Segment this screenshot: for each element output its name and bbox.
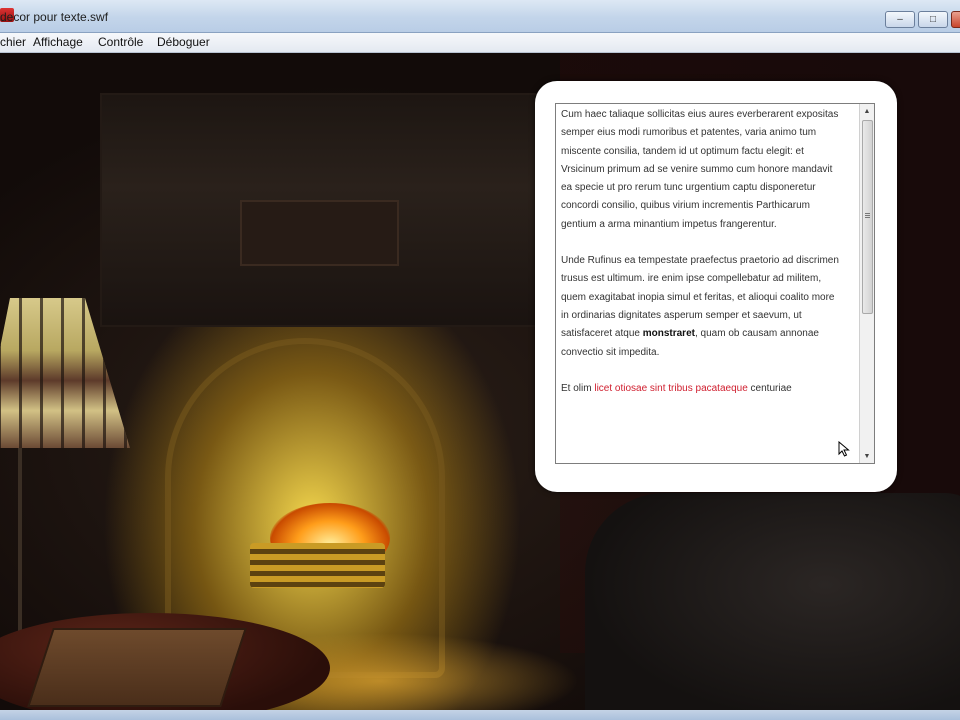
paragraph-3: Et olim licet otiosae sint tribus pacata… — [561, 380, 843, 398]
window-title: decor pour texte.swf — [0, 10, 109, 24]
close-button[interactable]: ✕ — [951, 11, 960, 28]
paragraph-2: Unde Rufinus ea tempestate praefectus pr… — [561, 252, 843, 362]
lamp-pole — [18, 448, 22, 658]
paragraph-3-start: Et olim — [561, 382, 595, 394]
vertical-scrollbar[interactable]: ▲ ▼ — [859, 104, 874, 463]
text-content: Cum haec taliaque sollicitas eius aures … — [561, 106, 843, 416]
scroll-down-arrow-icon[interactable]: ▼ — [860, 449, 874, 463]
menu-deboguer[interactable]: Déboguer — [157, 35, 210, 49]
scroll-thumb[interactable] — [862, 120, 873, 314]
menu-fichier[interactable]: chier — [0, 35, 26, 49]
minimize-button[interactable]: – — [885, 11, 915, 28]
paragraph-2-bold: monstraret — [642, 328, 695, 340]
mantel-ornament — [240, 200, 399, 266]
fire-grate — [250, 543, 385, 588]
window-titlebar: decor pour texte.swf – □ ✕ — [0, 0, 960, 33]
leather-armchair — [585, 493, 960, 710]
paragraph-3-end: centuriae — [747, 382, 792, 394]
thumb-grip-icon — [865, 213, 870, 218]
mouse-pointer-icon — [838, 441, 850, 457]
paragraph-3-link[interactable]: licet otiosae sint tribus pacataeque — [594, 383, 747, 394]
window-bottom-border — [0, 710, 960, 720]
paragraph-1: Cum haec taliaque sollicitas eius aures … — [561, 109, 839, 230]
menu-controle[interactable]: Contrôle — [98, 35, 143, 49]
old-book — [27, 628, 247, 707]
scrollable-text-area[interactable]: Cum haec taliaque sollicitas eius aures … — [555, 103, 875, 464]
maximize-button[interactable]: □ — [918, 11, 948, 28]
menu-bar: chier Affichage Contrôle Déboguer — [0, 33, 960, 53]
menu-affichage[interactable]: Affichage — [33, 35, 83, 49]
scroll-up-arrow-icon[interactable]: ▲ — [860, 104, 874, 118]
paragraph-2-start: Unde Rufinus ea tempestate praefectus pr… — [561, 255, 839, 340]
